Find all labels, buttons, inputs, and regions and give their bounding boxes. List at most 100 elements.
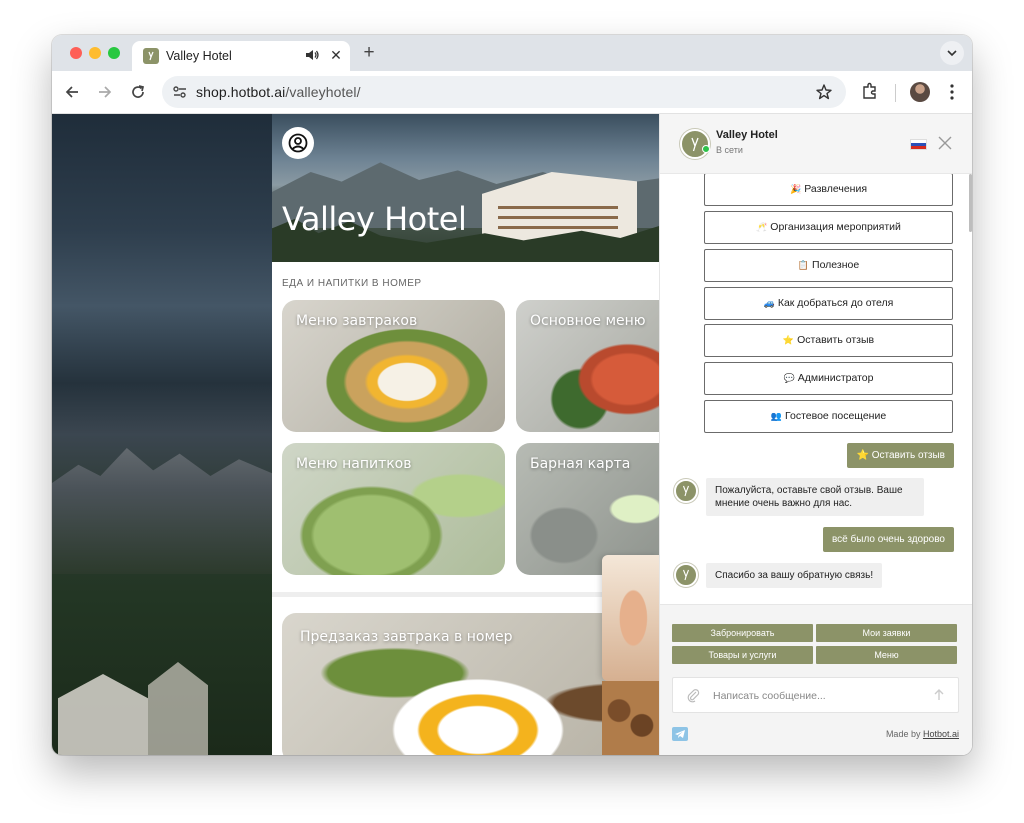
toolbar-separator xyxy=(895,84,896,102)
quick-reply-label: Оставить отзыв xyxy=(797,334,875,346)
browser-window: Valley Hotel ✕ + shop.hotbot.ai/valleyho… xyxy=(52,35,972,755)
clipboard-icon: 📋 xyxy=(797,260,810,270)
forward-arrow-icon[interactable] xyxy=(95,82,115,102)
party-icon: 🎉 xyxy=(789,184,802,194)
card-breakfast-menu[interactable]: Меню завтраков xyxy=(282,300,505,432)
quick-reply-label: Полезное xyxy=(812,259,860,271)
card-title: Предзаказ завтрака в номер xyxy=(300,629,513,645)
chevron-down-icon xyxy=(947,50,957,57)
quick-reply-label: Организация мероприятий xyxy=(770,221,901,233)
tab-search-button[interactable] xyxy=(940,41,964,65)
card-title: Меню напитков xyxy=(296,456,412,472)
close-window-button[interactable] xyxy=(70,47,82,59)
my-requests-button[interactable]: Мои заявки xyxy=(816,624,957,642)
hero-banner: Valley Hotel xyxy=(272,114,659,262)
extensions-puzzle-icon[interactable] xyxy=(860,81,880,101)
chat-scroll-thumb[interactable] xyxy=(969,174,972,232)
site-settings-icon[interactable] xyxy=(170,82,190,102)
tab-strip: Valley Hotel ✕ + xyxy=(52,35,972,71)
user-message: ⭐ Оставить отзыв xyxy=(847,443,954,468)
maximize-window-button[interactable] xyxy=(108,47,120,59)
promo-cookies-image[interactable] xyxy=(602,681,659,755)
favicon-icon xyxy=(143,48,159,64)
tab-title: Valley Hotel xyxy=(166,49,232,63)
menu-button[interactable]: Меню xyxy=(816,646,957,664)
close-tab-icon[interactable]: ✕ xyxy=(327,46,345,64)
section-label: ЕДА И НАПИТКИ В НОМЕР xyxy=(282,278,422,289)
hotbot-link[interactable]: Hotbot.ai xyxy=(923,729,959,739)
minimize-window-button[interactable] xyxy=(89,47,101,59)
chat-status: В сети xyxy=(716,145,743,155)
browser-toolbar: shop.hotbot.ai/valleyhotel/ xyxy=(52,71,972,114)
people-icon: 👥 xyxy=(770,411,783,421)
russia-flag-icon[interactable] xyxy=(910,139,927,150)
bot-message-avatar xyxy=(674,563,698,587)
url-text[interactable]: shop.hotbot.ai/valleyhotel/ xyxy=(196,84,361,100)
card-drinks-menu[interactable]: Меню напитков xyxy=(282,443,505,575)
message-input[interactable] xyxy=(713,687,923,704)
bot-message: Пожалуйста, оставьте свой отзыв. Ваше мн… xyxy=(706,478,924,516)
page-content: Valley Hotel ЕДА И НАПИТКИ В НОМЕР Меню … xyxy=(52,114,972,755)
chat-title: Valley Hotel xyxy=(716,129,778,141)
speech-bubble-icon: 💬 xyxy=(783,373,795,383)
promo-spa-image[interactable] xyxy=(602,555,659,681)
quick-reply-button[interactable]: 📋 Полезное xyxy=(704,249,953,282)
telegram-icon[interactable] xyxy=(672,727,688,741)
reload-icon[interactable] xyxy=(128,82,148,102)
quick-reply-button[interactable]: 🎉 Развлечения xyxy=(704,174,953,206)
hotel-logo-icon xyxy=(682,485,690,497)
quick-reply-button[interactable]: ⭐ Оставить отзыв xyxy=(704,324,953,357)
bot-avatar xyxy=(680,129,710,159)
book-button[interactable]: Забронировать xyxy=(672,624,813,642)
online-status-dot xyxy=(702,145,710,153)
close-chat-icon[interactable] xyxy=(936,134,954,152)
bot-message-avatar xyxy=(674,479,698,503)
new-tab-button[interactable]: + xyxy=(358,42,380,64)
bot-message: Спасибо за вашу обратную связь! xyxy=(706,563,883,588)
browser-tab[interactable]: Valley Hotel ✕ xyxy=(132,41,350,71)
champagne-icon: 🥂 xyxy=(756,222,768,232)
background-landscape-image xyxy=(52,114,272,755)
address-bar[interactable]: shop.hotbot.ai/valleyhotel/ xyxy=(162,76,846,108)
hotel-logo-icon xyxy=(691,137,699,152)
quick-reply-label: Администратор xyxy=(797,372,874,384)
back-arrow-icon[interactable] xyxy=(62,82,82,102)
card-title: Барная карта xyxy=(530,456,631,472)
card-title: Основное меню xyxy=(530,313,646,329)
user-message: всё было очень здорово xyxy=(822,527,954,552)
car-icon: 🚙 xyxy=(763,298,775,308)
url-path: /valleyhotel/ xyxy=(285,84,361,100)
quick-reply-label: Как добраться до отеля xyxy=(777,297,894,309)
hotel-logo-icon xyxy=(682,569,690,581)
chat-header: Valley Hotel В сети xyxy=(660,114,972,174)
chat-messages[interactable]: 🎉 Развлечения 🥂 Организация мероприятий 📋 П… xyxy=(660,174,972,604)
more-vert-icon[interactable] xyxy=(944,82,960,102)
user-profile-button[interactable] xyxy=(282,127,314,159)
speaker-icon[interactable] xyxy=(304,47,320,63)
quick-reply-label: Гостевое посещение xyxy=(785,410,887,422)
shop-catalog: ЕДА И НАПИТКИ В НОМЕР Меню завтраков Осн… xyxy=(272,262,659,755)
hotel-title: Valley Hotel xyxy=(282,200,467,238)
shop-panel: Valley Hotel ЕДА И НАПИТКИ В НОМЕР Меню … xyxy=(272,114,659,755)
quick-reply-label: Развлечения xyxy=(804,183,868,195)
section-divider xyxy=(272,592,659,597)
card-main-menu[interactable]: Основное меню xyxy=(516,300,659,432)
chat-widget: Valley Hotel В сети 🎉 Развлечения 🥂 Органи… xyxy=(659,114,972,755)
goods-services-button[interactable]: Товары и услуги xyxy=(672,646,813,664)
paperclip-icon[interactable] xyxy=(685,687,701,703)
made-by-credit: Made by Hotbot.ai xyxy=(886,729,959,739)
quick-reply-button[interactable]: 🥂 Организация мероприятий xyxy=(704,211,953,244)
message-composer xyxy=(672,677,959,713)
quick-reply-button[interactable]: 🚙 Как добраться до отеля xyxy=(704,287,953,320)
quick-reply-button[interactable]: 👥 Гостевое посещение xyxy=(704,400,953,433)
quick-reply-button[interactable]: 💬 Администратор xyxy=(704,362,953,395)
star-icon: ⭐ xyxy=(782,335,795,345)
profile-avatar[interactable] xyxy=(910,82,930,102)
send-arrow-icon[interactable] xyxy=(931,687,947,703)
bookmark-star-icon[interactable] xyxy=(814,82,834,102)
chat-footer: Забронировать Мои заявки Товары и услуги… xyxy=(660,604,972,755)
user-circle-icon xyxy=(288,133,308,153)
made-by-prefix: Made by xyxy=(885,729,923,739)
url-host: shop.hotbot.ai xyxy=(196,84,286,100)
card-title: Меню завтраков xyxy=(296,313,418,329)
